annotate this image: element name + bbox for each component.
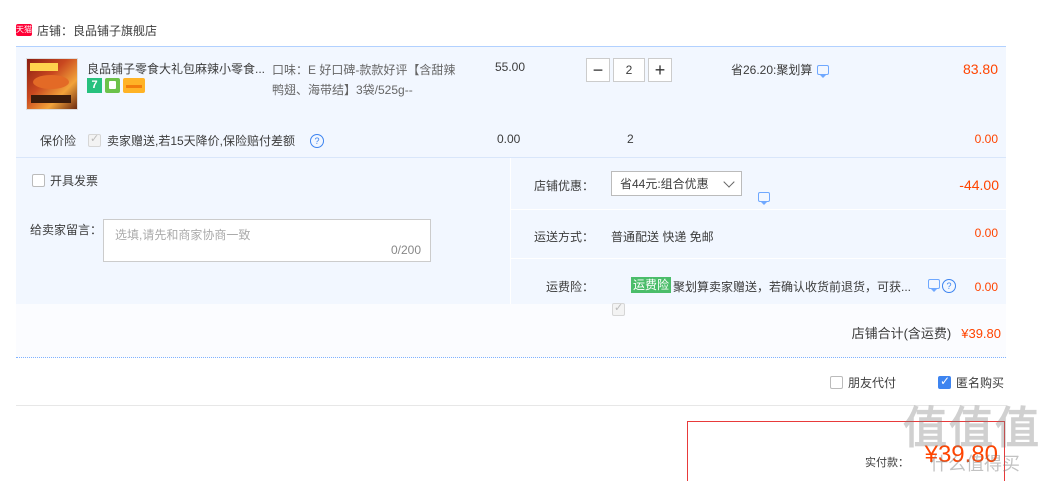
shipping-label: 运送方式： xyxy=(533,230,594,244)
product-thumbnail[interactable] xyxy=(26,58,78,110)
shop-total: 店铺合计(含运费) ¥39.80 xyxy=(852,323,1001,342)
chevron-down-icon xyxy=(723,176,735,188)
friend-pay-checkbox[interactable] xyxy=(830,376,843,389)
guarantee-icon[interactable] xyxy=(105,78,120,93)
watermark-logo: 值值值 xyxy=(903,404,1041,453)
item-subtotal: 83.80 xyxy=(962,61,998,77)
payment-label: 实付款： xyxy=(865,457,909,469)
shop-discount-selected: 省44元:组合优惠 xyxy=(620,177,709,191)
divider xyxy=(511,258,1006,259)
freight-insurance-checkbox[interactable] xyxy=(612,301,625,316)
shop-name[interactable]: 店铺：良品铺子旗舰店 xyxy=(37,22,157,39)
unit-price: 55.00 xyxy=(495,60,526,74)
product-sku: 口味：E 好口碑-款款好评【含甜辣鸭翅、海带结】3袋/525g-- xyxy=(272,63,456,97)
shop-header: 天猫 店铺：良品铺子旗舰店 xyxy=(16,20,157,40)
quantity-stepper: − 2 + xyxy=(586,58,672,82)
quantity-input[interactable]: 2 xyxy=(613,58,645,82)
decrease-quantity-button[interactable]: − xyxy=(586,58,610,82)
insurance-quantity: 2 xyxy=(627,132,634,146)
shop-discount-select[interactable]: 省44元:组合优惠 xyxy=(611,171,742,196)
freight-insurance-badge: 运费险 xyxy=(631,277,672,293)
shop-discount-value: -44.00 xyxy=(959,177,999,193)
divider xyxy=(510,158,511,304)
anonymous-purchase-checkbox[interactable] xyxy=(938,374,951,389)
invoice-label: 开具发票 xyxy=(50,174,99,188)
divider xyxy=(16,405,1006,406)
shipping-method: 普通配送 快递 免邮 xyxy=(611,230,714,244)
insurance-text: 卖家赠送,若15天降价,保险赔付差额 xyxy=(107,134,296,148)
insurance-price: 0.00 xyxy=(497,132,521,146)
friend-pay-option[interactable]: 朋友代付 xyxy=(830,374,896,391)
invoice-option[interactable]: 开具发票 xyxy=(32,172,98,189)
anonymous-purchase-label: 匿名购买 xyxy=(956,376,1005,390)
freight-insurance-price: 0.00 xyxy=(974,280,998,294)
friend-pay-label: 朋友代付 xyxy=(848,376,897,390)
shipping-price: 0.00 xyxy=(974,226,998,240)
insurance-total: 0.00 xyxy=(974,132,998,146)
divider xyxy=(511,209,1006,210)
shop-discount-label: 店铺优惠： xyxy=(533,179,594,193)
credit-card-icon[interactable] xyxy=(123,78,145,93)
chat-icon[interactable] xyxy=(817,64,830,78)
anonymous-purchase-option[interactable]: 匿名购买 xyxy=(938,374,1004,391)
seller-message-input[interactable]: 选填,请先和商家协商一致 0/200 xyxy=(103,219,431,262)
shop-total-value: ¥39.80 xyxy=(961,326,1001,341)
chat-icon[interactable] xyxy=(928,279,940,292)
tmall-icon: 天猫 xyxy=(16,24,32,36)
product-title[interactable]: 良品铺子零食大礼包麻辣小零食... xyxy=(87,60,267,77)
saving-text: 省26.20:聚划算 xyxy=(731,63,813,77)
shop-total-label: 店铺合计(含运费) xyxy=(851,326,952,341)
help-icon[interactable]: ? xyxy=(942,279,956,293)
freight-insurance-label: 运费险： xyxy=(545,280,594,294)
insurance-checkbox[interactable] xyxy=(88,132,101,147)
insurance-label: 保价险 xyxy=(40,134,77,148)
invoice-checkbox[interactable] xyxy=(32,174,45,187)
product-service-icons: 7 xyxy=(87,78,145,93)
chat-icon[interactable] xyxy=(758,192,770,205)
help-icon[interactable]: ? xyxy=(310,134,324,148)
watermark-subtext: 什么值得买 xyxy=(930,454,1020,474)
message-char-count: 0/200 xyxy=(390,243,421,257)
freight-insurance-text: 聚划算卖家赠送，若确认收货前退货，可获... xyxy=(673,280,912,294)
freight-insurance-icons: ? xyxy=(928,279,956,293)
message-label: 给卖家留言： xyxy=(30,223,103,237)
increase-quantity-button[interactable]: + xyxy=(648,58,672,82)
message-placeholder: 选填,请先和商家协商一致 xyxy=(115,228,251,242)
seven-day-return-icon[interactable]: 7 xyxy=(87,78,102,93)
saving-info: 省26.20:聚划算 xyxy=(731,61,830,78)
